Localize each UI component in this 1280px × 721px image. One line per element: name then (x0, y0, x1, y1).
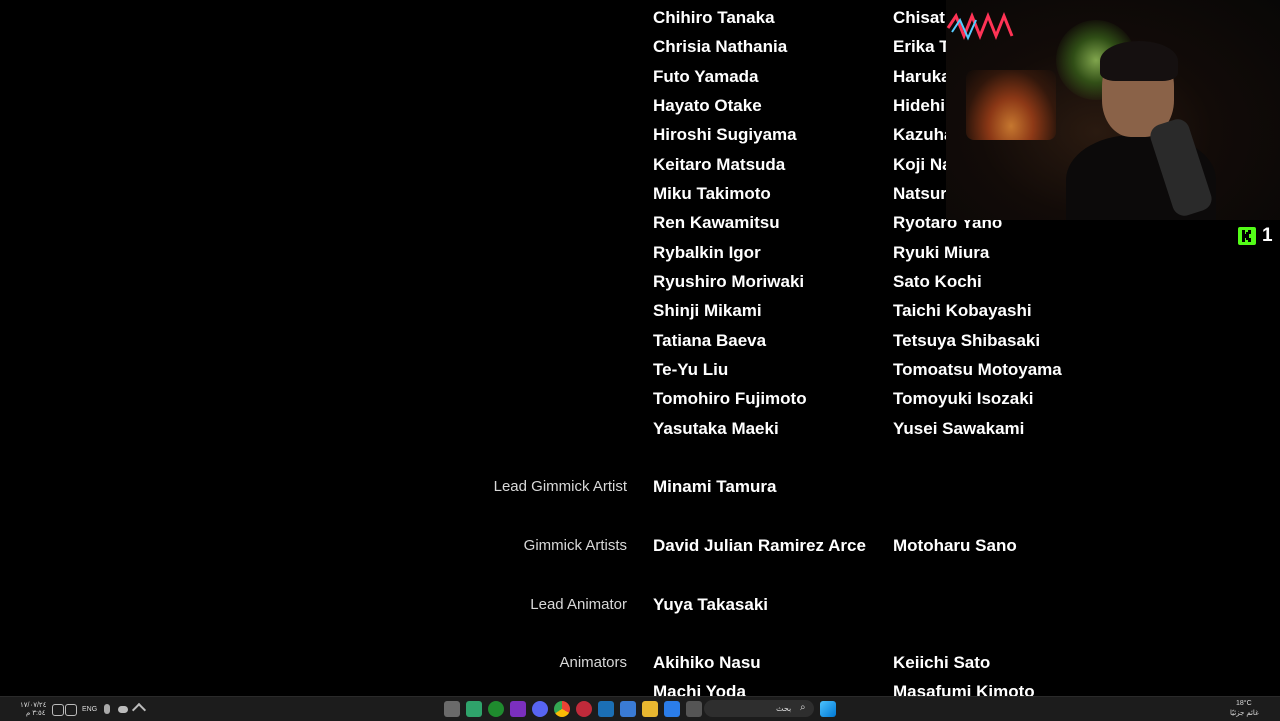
app-icon[interactable] (576, 701, 592, 717)
viewer-count: 1 (1262, 225, 1273, 246)
weather-temp[interactable]: 18°C (1236, 700, 1252, 707)
neon-sign-icon (946, 11, 1014, 41)
clock-time[interactable]: ٣:٥٤ م (26, 709, 46, 717)
credit-name: Taichi Kobayashi (893, 301, 1032, 320)
credit-name: Miku Takimoto (653, 184, 771, 203)
chrome-icon[interactable] (554, 701, 570, 717)
credit-name: Chihiro Tanaka (653, 8, 775, 27)
app-icon[interactable] (444, 701, 460, 717)
credit-name: Sato Kochi (893, 272, 982, 291)
credit-name: Futo Yamada (653, 67, 759, 86)
credit-name: Tatiana Baeva (653, 331, 767, 350)
credit-name: Erika T (893, 37, 950, 56)
credit-name: Chisat (893, 8, 945, 27)
credit-name: David Julian Ramirez Arce (653, 536, 866, 555)
credit-name: Ryushiro Moriwaki (653, 272, 805, 291)
credit-name: Rybalkin Igor (653, 243, 761, 262)
credit-name: Machi Yoda (653, 682, 746, 696)
credit-name: Hidehi (893, 96, 945, 115)
credit-name: Keitaro Matsuda (653, 155, 786, 174)
role-label: Lead Gimmick Artist (493, 478, 627, 495)
xbox-icon[interactable] (488, 701, 504, 717)
steam-icon[interactable] (598, 701, 614, 717)
task-view-icon[interactable] (686, 701, 702, 717)
credit-name: Yusei Sawakami (893, 419, 1025, 438)
credit-name: Chrisia Nathania (653, 37, 788, 56)
viewer-badge: 1 (1238, 225, 1273, 246)
taskbar: ١٧/٠٧/٢٤ ٣:٥٤ م ENG بحث ⌕ 18°C غائم جزئي… (0, 696, 1280, 721)
credit-name: Koji Na (893, 155, 952, 174)
search-box[interactable]: بحث ⌕ (704, 700, 814, 717)
credit-name: Tomohiro Fujimoto (653, 389, 807, 408)
weather-text[interactable]: غائم جزئيًا (1230, 709, 1259, 717)
credit-name: Kazuha (893, 125, 954, 144)
discord-icon[interactable] (532, 701, 548, 717)
app-icon[interactable] (466, 701, 482, 717)
cloud-icon[interactable] (118, 706, 128, 713)
credit-name: Te-Yu Liu (653, 360, 729, 379)
mic-icon[interactable] (104, 704, 110, 714)
credit-name: Shinji Mikami (653, 301, 762, 320)
credit-name: Hayato Otake (653, 96, 762, 115)
credit-name: Motoharu Sano (893, 536, 1017, 555)
search-icon: ⌕ (800, 702, 806, 713)
role-label: Animators (559, 654, 627, 671)
chevron-up-icon[interactable] (131, 702, 147, 718)
credit-name: Masafumi Kimoto (893, 682, 1035, 696)
credit-name: Akihiko Nasu (653, 653, 761, 672)
search-placeholder: بحث (776, 704, 792, 713)
credit-name: Natsur (893, 184, 947, 203)
credit-name: Yuya Takasaki (653, 595, 768, 614)
kick-logo-icon (1238, 227, 1256, 245)
credit-name: Hiroshi Sugiyama (653, 125, 797, 144)
speaker-icon[interactable] (52, 704, 64, 716)
clock-date[interactable]: ١٧/٠٧/٢٤ (20, 701, 46, 709)
credit-name: Tetsuya Shibasaki (893, 331, 1041, 350)
windows-start-icon[interactable] (820, 701, 836, 717)
role-label: Gimmick Artists (523, 537, 627, 554)
credit-name: Minami Tamura (653, 477, 777, 496)
credit-name: Ryuki Miura (893, 243, 990, 262)
credit-name: Yasutaka Maeki (653, 419, 779, 438)
role-label: Lead Animator (530, 596, 627, 613)
webcam-overlay (946, 0, 1280, 220)
app-icon[interactable] (664, 701, 680, 717)
credit-name: Tomoatsu Motoyama (893, 360, 1062, 379)
fireplace (966, 70, 1056, 140)
credit-name: Keiichi Sato (893, 653, 991, 672)
network-icon[interactable] (65, 704, 77, 716)
folder-icon[interactable] (642, 701, 658, 717)
credit-name: Haruka (893, 67, 951, 86)
credit-name: Ren Kawamitsu (653, 213, 780, 232)
credit-name: Tomoyuki Isozaki (893, 389, 1034, 408)
app-icon[interactable] (510, 701, 526, 717)
language-indicator[interactable]: ENG (82, 706, 97, 713)
store-icon[interactable] (620, 701, 636, 717)
